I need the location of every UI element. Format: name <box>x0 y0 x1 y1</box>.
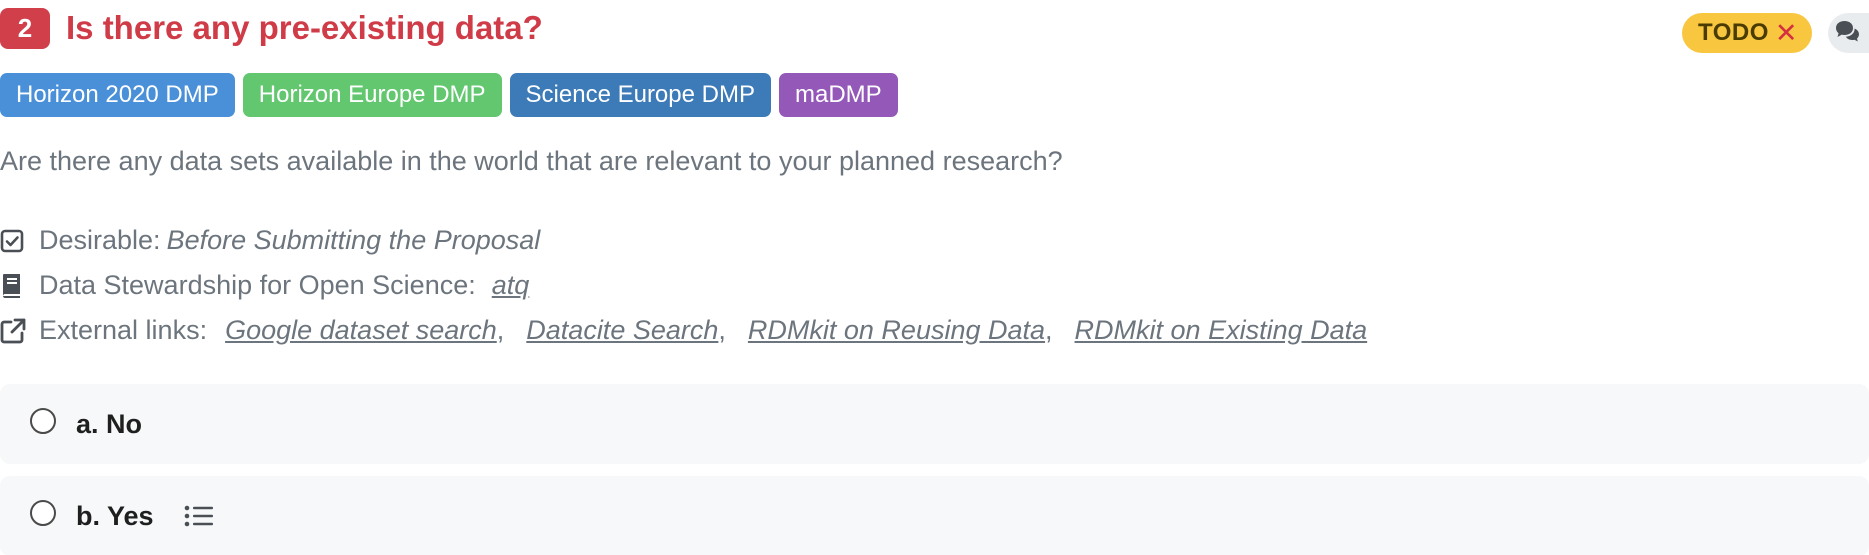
question-meta: Desirable: Before Submitting the Proposa… <box>0 218 1367 353</box>
radio-button[interactable] <box>30 500 56 526</box>
link-datacite-search[interactable]: Datacite Search <box>526 315 718 346</box>
desirable-label: Desirable: <box>39 225 161 255</box>
todo-status-badge: TODO ✕ <box>1682 13 1812 53</box>
book-reference-line: Data Stewardship for Open Science: atq <box>0 263 1367 308</box>
question-header: 2 Is there any pre-existing data? TODO ✕ <box>0 5 1869 53</box>
tag-horizon-europe: Horizon Europe DMP <box>242 73 502 117</box>
tag-madmp: maDMP <box>778 73 898 117</box>
close-icon[interactable]: ✕ <box>1775 19 1798 47</box>
tag-horizon-2020: Horizon 2020 DMP <box>0 73 235 117</box>
desirable-value: Before Submitting the Proposal <box>166 225 541 255</box>
desirable-line: Desirable: Before Submitting the Proposa… <box>0 218 1367 263</box>
question-description: Are there any data sets available in the… <box>0 146 1063 176</box>
book-label: Data Stewardship for Open Science: <box>39 270 476 300</box>
tag-science-europe: Science Europe DMP <box>509 73 771 117</box>
checkbox-icon <box>0 227 28 255</box>
book-value-link[interactable]: atq <box>492 270 530 301</box>
todo-label: TODO <box>1698 19 1769 46</box>
book-icon <box>0 272 28 300</box>
external-link-icon <box>0 317 28 345</box>
question-title: Is there any pre-existing data? <box>66 9 543 46</box>
answer-option-no[interactable]: a. No <box>0 384 1869 464</box>
comments-icon <box>1834 20 1860 47</box>
list-icon <box>184 504 214 528</box>
option-label: b. Yes <box>76 500 154 531</box>
radio-button[interactable] <box>30 408 56 434</box>
answer-option-yes[interactable]: b. Yes <box>0 476 1869 555</box>
question-number-badge: 2 <box>0 8 50 49</box>
option-label: a. No <box>76 408 143 439</box>
external-links-label: External links: <box>39 315 208 345</box>
link-rdmkit-existing-data[interactable]: RDMkit on Existing Data <box>1075 315 1368 346</box>
comments-button[interactable] <box>1828 13 1869 53</box>
question-panel: 2 Is there any pre-existing data? TODO ✕… <box>0 0 1869 555</box>
dmp-tags: Horizon 2020 DMP Horizon Europe DMP Scie… <box>0 73 898 117</box>
external-links-line: External links: Google dataset search, D… <box>0 308 1367 353</box>
link-rdmkit-reusing-data[interactable]: RDMkit on Reusing Data <box>748 315 1045 346</box>
external-links-list: Google dataset search, Datacite Search, … <box>225 315 1368 346</box>
link-google-dataset-search[interactable]: Google dataset search <box>225 315 497 346</box>
